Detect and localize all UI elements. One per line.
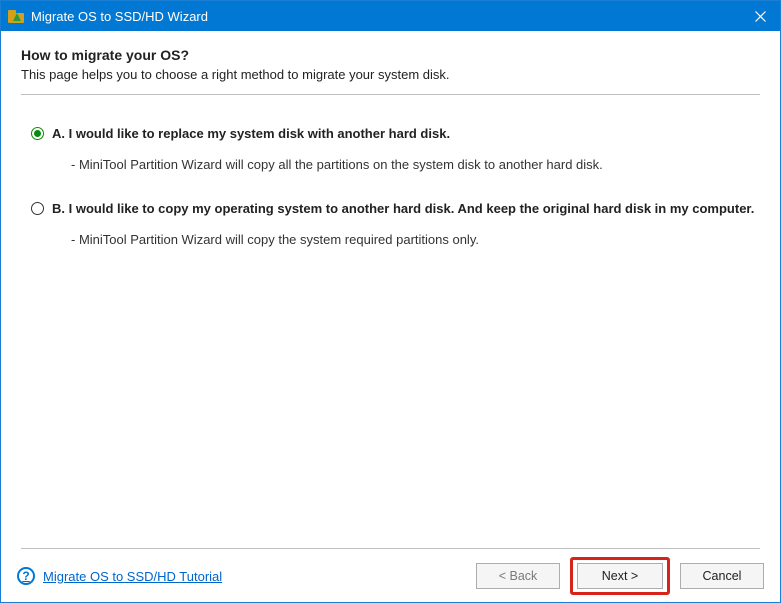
divider xyxy=(21,94,760,95)
content-area: How to migrate your OS? This page helps … xyxy=(1,31,780,247)
window-title: Migrate OS to SSD/HD Wizard xyxy=(31,9,740,24)
radio-option-a[interactable] xyxy=(31,127,44,140)
tutorial-link-text: Migrate OS to SSD/HD Tutorial xyxy=(43,569,222,584)
footer-bar: ? Migrate OS to SSD/HD Tutorial < Back N… xyxy=(1,550,780,602)
option-a-label: A. I would like to replace my system dis… xyxy=(52,125,450,143)
page-subtitle: This page helps you to choose a right me… xyxy=(21,67,760,82)
tutorial-link[interactable]: ? Migrate OS to SSD/HD Tutorial xyxy=(17,567,222,585)
page-title: How to migrate your OS? xyxy=(21,47,760,63)
footer-divider xyxy=(21,548,760,549)
footer-buttons: < Back Next > Cancel xyxy=(476,557,764,595)
close-icon xyxy=(755,11,766,22)
help-icon: ? xyxy=(17,567,35,585)
option-b-label: B. I would like to copy my operating sys… xyxy=(52,200,754,218)
option-a-description: - MiniTool Partition Wizard will copy al… xyxy=(71,157,760,172)
option-b-description: - MiniTool Partition Wizard will copy th… xyxy=(71,232,760,247)
next-highlight: Next > xyxy=(570,557,670,595)
cancel-button[interactable]: Cancel xyxy=(680,563,764,589)
close-button[interactable] xyxy=(740,1,780,31)
option-a-row[interactable]: A. I would like to replace my system dis… xyxy=(31,125,760,143)
radio-option-b[interactable] xyxy=(31,202,44,215)
app-icon xyxy=(7,7,25,25)
options-group: A. I would like to replace my system dis… xyxy=(21,125,760,247)
title-bar: Migrate OS to SSD/HD Wizard xyxy=(1,1,780,31)
option-b-row[interactable]: B. I would like to copy my operating sys… xyxy=(31,200,760,218)
next-button[interactable]: Next > xyxy=(577,563,663,589)
back-button[interactable]: < Back xyxy=(476,563,560,589)
